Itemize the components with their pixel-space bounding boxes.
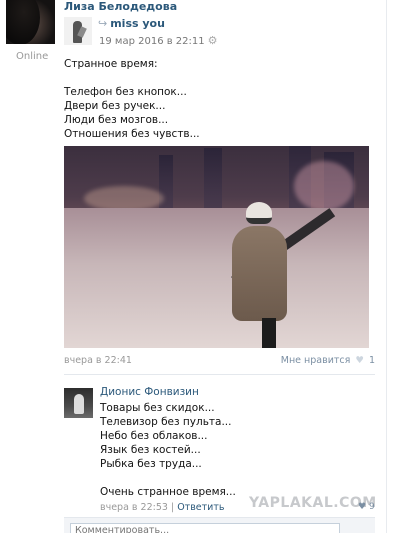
post-line: Двери без ручек... [64,100,166,112]
post-line: Телефон без кнопок... [64,86,187,98]
post-line: Странное время: [64,58,158,70]
comment-line: Язык без костей... [100,444,201,456]
comment-line [100,471,236,485]
author-avatar[interactable] [6,0,55,44]
comment-line: Товары без скидок... [100,402,215,414]
post-line: Люди без мозгов... [64,114,169,126]
post-photo[interactable] [64,146,369,348]
comment-box [64,517,375,533]
like-count: 1 [368,355,375,366]
repost-source-link[interactable]: ↪ miss you [98,17,165,30]
repost-date-text[interactable]: 19 мар 2016 в 22:11 [99,36,205,47]
comment-line: Очень странное время... [100,486,236,498]
comment-input[interactable] [70,523,340,533]
like-label: Мне нравится [280,355,351,366]
repost-name: miss you [110,17,165,30]
commenter-avatar[interactable] [64,388,93,418]
comment-like-count: 9 [368,502,375,512]
comment-text: Товары без скидок... Телевизор без пульт… [100,401,236,499]
comment-line: Небо без облаков... [100,430,208,442]
post-text: Странное время: Телефон без кнопок... Дв… [64,57,200,141]
divider [64,374,375,375]
repost-date: 19 мар 2016 в 22:11 ⚙ [99,34,218,47]
reply-link[interactable]: Ответить [177,502,224,513]
heart-icon: ♥ [358,502,367,512]
heart-icon: ♥ [355,355,364,366]
comment-line: Телевизор без пульта... [100,416,232,428]
comment-like-button[interactable]: ♥ 9 [358,502,375,512]
woman-figure [224,196,294,348]
author-name-link[interactable]: Лиза Белодедова [64,0,177,13]
commenter-name-link[interactable]: Дионис Фонвизин [100,386,199,398]
share-icon: ↪ [98,17,108,30]
post-line: Отношения без чувств... [64,128,200,140]
post-time[interactable]: вчера в 22:41 [64,355,132,366]
comment-line: Рыбка без труда... [100,458,202,470]
gear-icon[interactable]: ⚙ [208,34,218,47]
repost-avatar[interactable] [64,17,92,45]
comment-footer: вчера в 22:53 | Ответить [100,502,225,513]
post-footer: вчера в 22:41 Мне нравится ♥ 1 [64,355,375,366]
page-edge-divider [386,0,387,533]
online-status: Online [16,51,49,62]
post-line [64,71,200,85]
like-button[interactable]: Мне нравится ♥ 1 [281,355,375,366]
comment-time[interactable]: вчера в 22:53 [100,502,168,513]
